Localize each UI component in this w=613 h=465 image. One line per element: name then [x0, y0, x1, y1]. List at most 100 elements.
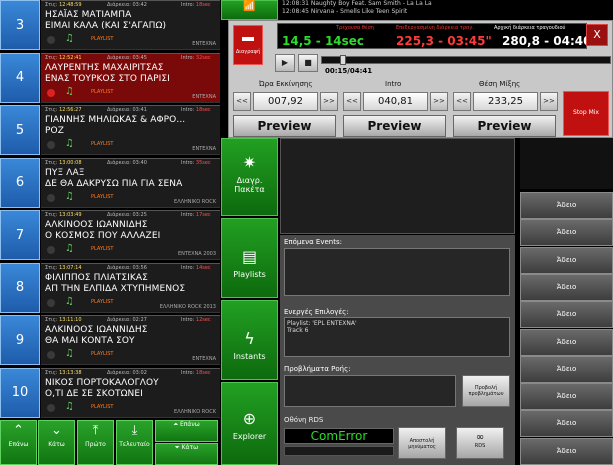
document-icon: ▤ — [241, 247, 258, 266]
mix-position-field[interactable]: 233,25 — [473, 92, 538, 111]
instants-button[interactable]: ϟ Instants — [221, 300, 278, 380]
playlist-row[interactable]: 6 Στις: 13:00:08 Διάρκεια: 03:40 Intro: 35s… — [0, 157, 220, 210]
intro-time: Intro: 17sec — [181, 212, 211, 218]
progress-knob[interactable] — [339, 55, 346, 65]
intro-increase-button[interactable]: >> — [430, 92, 448, 111]
instant-slot[interactable]: Άδειο — [520, 246, 613, 274]
track-card[interactable]: Στις: 12:48:59 Διάρκεια: 03:42 Intro: 18se… — [41, 0, 220, 50]
instant-slot[interactable]: Άδειο — [520, 273, 613, 301]
artist: ΦΙΛΙΠΠΟΣ ΠΛΙΑΤΣΙΚΑΣ — [45, 272, 148, 283]
edited-duration: 225,3 - 03:45" — [396, 34, 492, 48]
instant-slot[interactable]: Άδειο — [520, 383, 613, 411]
progress-bar[interactable] — [321, 55, 611, 65]
delete-packets-button[interactable]: ✷ Διαγρ. Πακέτα — [221, 138, 278, 216]
instant-slot[interactable]: Άδειο — [520, 355, 613, 383]
start-time: Στις: 13:11:10 — [45, 317, 82, 323]
playlist-row[interactable]: 7 Στις: 13:03:49 Διάρκεια: 03:25 Intro: 17s… — [0, 210, 220, 262]
track-card[interactable]: Στις: 13:00:08 Διάρκεια: 03:40 Intro: 35se… — [41, 157, 220, 208]
playlist-row[interactable]: 9 Στις: 13:11:10 Διάρκεια: 02:27 Intro: 12s… — [0, 315, 220, 367]
close-button[interactable]: X — [586, 24, 608, 46]
start-time-field[interactable]: 007,92 — [253, 92, 318, 111]
page-down-button[interactable]: ⏷ Κάτω — [155, 443, 218, 465]
track-number[interactable]: 10 — [0, 367, 40, 418]
track-number[interactable]: 6 — [0, 157, 40, 208]
track-number[interactable]: 5 — [0, 105, 40, 155]
down-button[interactable]: ⌄ Κάτω — [38, 420, 75, 465]
instant-slot[interactable]: Άδειο — [520, 410, 613, 438]
rds-input[interactable] — [284, 446, 394, 456]
track-number[interactable]: 4 — [0, 52, 40, 103]
double-down-icon: ⏷ — [174, 444, 180, 451]
track-card[interactable]: Στις: 13:03:49 Διάρκεια: 03:25 Intro: 17se… — [41, 210, 220, 260]
playlist-row[interactable]: 8 Στις: 13:07:14 Διάρκεια: 03:56 Intro: 14s… — [0, 262, 220, 315]
playlist-badge: PLAYLIST — [91, 193, 114, 200]
lcd-display: Τρέχουσα θέση Επεξεργασμένη διάρκεια τρα… — [277, 23, 598, 49]
song-title: ΕΝΑΣ ΤΟΥΡΚΟΣ ΣΤΟ ΠΑΡΙΣΙ — [45, 73, 170, 84]
song-title: ΕΙΜΑΙ ΚΑΛΑ (ΚΑΙ Σ'ΑΓΑΠΩ) — [45, 21, 167, 31]
track-card[interactable]: Στις: 12:52:41 Διάρκεια: 03:45 Intro: 32se… — [41, 52, 220, 103]
up-button[interactable]: ⌃ Επάνω — [0, 420, 37, 465]
show-problems-button[interactable]: Προβολή προβλημάτων — [462, 375, 510, 407]
track-card[interactable]: Στις: 13:13:38 Διάρκεια: 03:02 Intro: 18se… — [41, 367, 220, 418]
last-button[interactable]: ⤓ Τελευταίο — [116, 420, 153, 465]
playlist-badge: PLAYLIST — [91, 403, 114, 410]
bolt-icon: ϟ — [244, 329, 255, 348]
intro-decrease-button[interactable]: << — [343, 92, 361, 111]
intro-time: Intro: 32sec — [181, 54, 211, 61]
mix-increase-button[interactable]: >> — [540, 92, 558, 111]
track-number[interactable]: 7 — [0, 210, 40, 260]
duration: Διάρκεια: 02:27 — [107, 317, 147, 323]
link-icon: ∞ — [475, 432, 485, 443]
instant-slot[interactable]: Άδειο — [520, 219, 613, 247]
intro-time: Intro: 35sec — [181, 159, 211, 166]
track-number[interactable]: 9 — [0, 315, 40, 365]
playlist-row[interactable]: 5 Στις: 12:56:27 Διάρκεια: 03:41 Intro: 18s… — [0, 105, 220, 157]
rds-button[interactable]: ∞ RDS — [456, 427, 504, 459]
mix-decrease-button[interactable]: << — [453, 92, 471, 111]
song-title: ΑΠ ΤΗΝ ΕΛΠΙΔΑ ΧΤΥΠΗΜΕΝΟΣ — [45, 283, 186, 294]
playlist-row[interactable]: 3 Στις: 12:48:59 Διάρκεια: 03:42 Intro: 18s… — [0, 0, 220, 52]
start-decrease-button[interactable]: << — [233, 92, 251, 111]
explorer-button[interactable]: ⊕ Explorer — [221, 382, 278, 465]
send-message-button[interactable]: Αποστολή μηνύματος — [398, 427, 446, 459]
page-up-button[interactable]: ⏶ Επάνω — [155, 420, 218, 442]
stop-button[interactable]: ■ — [298, 54, 318, 72]
preview-mix-button[interactable]: Preview — [453, 115, 556, 137]
play-icon: ▶ — [281, 58, 289, 67]
start-time: Στις: 13:07:14 — [45, 264, 82, 271]
next-events-label: Επόμενα Events: — [284, 238, 342, 246]
track-number[interactable]: 8 — [0, 262, 40, 313]
antenna-button[interactable]: 📶 — [221, 0, 278, 20]
first-button[interactable]: ⤒ Πρώτο — [77, 420, 114, 465]
playlist-badge: PLAYLIST — [91, 298, 114, 305]
player-panel: Διαγραφή Τρέχουσα θέση Επεξεργασμένη διά… — [228, 20, 613, 138]
instant-slot[interactable]: Άδειο — [520, 192, 613, 219]
track-number[interactable]: 3 — [0, 0, 40, 50]
start-increase-button[interactable]: >> — [320, 92, 338, 111]
globe-icon: ⊕ — [242, 409, 257, 428]
original-duration: 280,8 - 04:40" — [502, 34, 598, 48]
preview-intro-button[interactable]: Preview — [343, 115, 446, 137]
playlist-row[interactable]: 4 Στις: 12:52:41 Διάρκεια: 03:45 Intro: 32s… — [0, 52, 220, 105]
instant-slot[interactable]: Άδειο — [520, 437, 613, 465]
instant-slot[interactable]: Άδειο — [520, 328, 613, 356]
track-card[interactable]: Στις: 13:07:14 Διάρκεια: 03:56 Intro: 14se… — [41, 262, 220, 313]
track-card[interactable]: Στις: 13:11:10 Διάρκεια: 02:27 Intro: 12se… — [41, 315, 220, 365]
preview-start-button[interactable]: Preview — [233, 115, 336, 137]
mix-position-label: Θέση Μίξης — [479, 80, 521, 88]
music-note-icon: ♫ — [65, 400, 74, 412]
status-dot — [47, 36, 55, 44]
song-title: ΘΑ ΜΑΙ ΚΟΝΤΑ ΣΟΥ — [45, 336, 135, 346]
track-card[interactable]: Στις: 12:56:27 Διάρκεια: 03:41 Intro: 18se… — [41, 105, 220, 155]
playlist-badge: PLAYLIST — [91, 88, 114, 95]
instant-slot[interactable]: Άδειο — [520, 301, 613, 329]
lcd-label-original: Αρχική διάρκεια τραγουδιού — [494, 25, 566, 31]
active-playlist: Playlist: 'EPL ENTEXNA' — [287, 320, 357, 327]
last-icon: ⤓ — [131, 423, 138, 438]
playlists-button[interactable]: ▤ Playlists — [221, 218, 278, 298]
stop-mix-button[interactable]: Stop Mix — [563, 91, 609, 136]
play-button[interactable]: ▶ — [275, 54, 295, 72]
intro-field[interactable]: 040,81 — [363, 92, 428, 111]
delete-button[interactable]: Διαγραφή — [233, 25, 263, 65]
playlist-row[interactable]: 10 Στις: 13:13:38 Διάρκεια: 03:02 Intro: 18… — [0, 367, 220, 420]
